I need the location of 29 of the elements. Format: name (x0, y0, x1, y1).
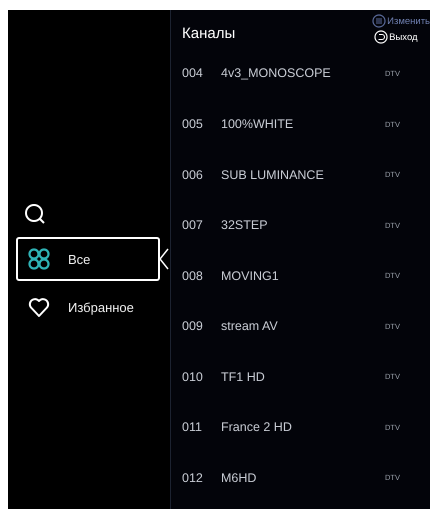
heart-icon (28, 296, 50, 318)
channel-number: 004 (182, 66, 204, 80)
channel-name: 100%WHITE (221, 117, 294, 131)
search-button[interactable] (24, 203, 46, 225)
channel-number: 005 (182, 117, 204, 131)
pointer-icon (159, 248, 169, 270)
channel-number: 011 (182, 420, 203, 434)
hint-button[interactable]: Выход (374, 30, 418, 44)
channel-name: M6HD (221, 470, 258, 485)
channel-name: stream AV (221, 319, 279, 334)
channel-number: 006 (182, 168, 204, 182)
back-icon (374, 30, 388, 44)
hint-button[interactable]: Изменить (372, 14, 430, 28)
channel-number: 010 (182, 370, 204, 384)
channel-name: TF1 HD (221, 370, 266, 384)
grid-icon (28, 248, 50, 270)
search-icon (24, 203, 46, 225)
channel-name: SUB LUMINANCE (221, 168, 325, 182)
menu-item[interactable]: Избранное (16, 285, 160, 329)
channel-name: 4v3_MONOSCOPE (221, 66, 332, 80)
channel-number: 007 (182, 218, 204, 232)
channel-name: 32STEP (221, 218, 269, 232)
channel-number: 012 (182, 470, 204, 485)
channel-number: 008 (182, 268, 204, 283)
channel-number: 009 (182, 319, 204, 334)
channel-name: France 2 HD (221, 420, 293, 434)
channel-name: MOVING1 (221, 268, 280, 283)
menu-icon (372, 14, 386, 28)
panel-title: Каналы (182, 25, 236, 44)
